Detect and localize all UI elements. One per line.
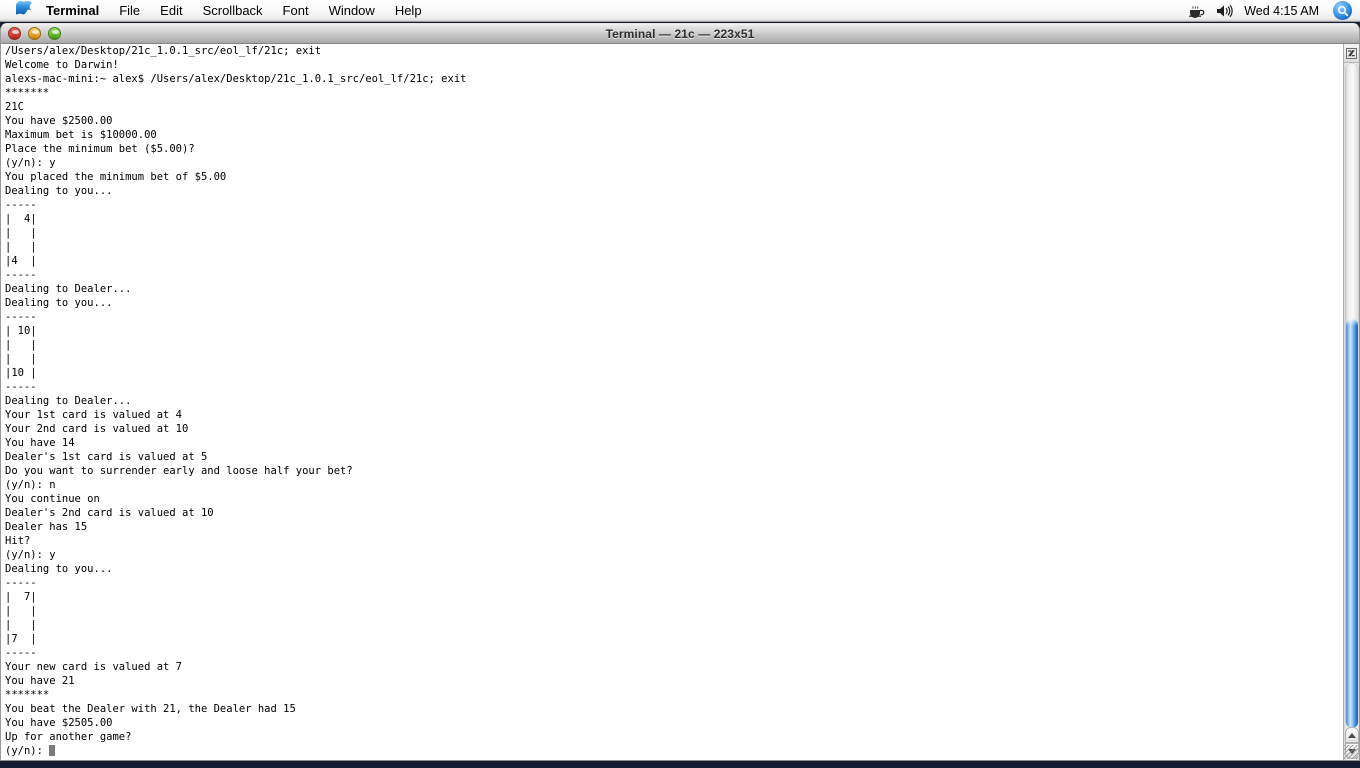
terminal-line: |10 | [5, 367, 37, 379]
terminal-line: ----- [5, 381, 37, 393]
menu-bar: Terminal File Edit Scrollback Font Windo… [0, 0, 1360, 22]
terminal-line: | | [5, 353, 37, 365]
minimize-button[interactable] [28, 27, 41, 40]
terminal-line: You have $2505.00 [5, 717, 113, 729]
terminal-body[interactable]: /Users/alex/Desktop/21c_1.0.1_src/eol_lf… [0, 44, 1360, 761]
menu-item-file[interactable]: File [109, 0, 150, 22]
terminal-line: | | [5, 619, 37, 631]
terminal-line: (y/n): y [5, 549, 56, 561]
zoom-button[interactable] [48, 27, 61, 40]
terminal-line: Your 2nd card is valued at 10 [5, 423, 189, 435]
menu-bar-left: Terminal File Edit Scrollback Font Windo… [0, 0, 432, 22]
terminal-line: | | [5, 241, 37, 253]
coffee-cup-icon[interactable] [1188, 0, 1206, 22]
terminal-line: Your new card is valued at 7 [5, 661, 183, 673]
terminal-line: Dealing to Dealer... [5, 283, 132, 295]
window-title: Terminal — 21c — 223x51 [605, 26, 755, 41]
terminal-window: Terminal — 21c — 223x51 /Users/alex/Desk… [0, 23, 1360, 762]
window-controls [8, 27, 61, 40]
menu-item-font[interactable]: Font [273, 0, 319, 22]
terminal-line: Welcome to Darwin! [5, 59, 119, 71]
terminal-line: Place the minimum bet ($5.00)? [5, 143, 195, 155]
terminal-line: Maximum bet is $10000.00 [5, 129, 157, 141]
terminal-line: You beat the Dealer with 21, the Dealer … [5, 703, 296, 715]
terminal-line: Hit? [5, 535, 31, 547]
terminal-line: You have 21 [5, 675, 75, 687]
terminal-line: | | [5, 339, 37, 351]
terminal-line: Dealer's 2nd card is valued at 10 [5, 507, 214, 519]
menu-item-terminal[interactable]: Terminal [42, 0, 109, 22]
terminal-line: ----- [5, 577, 37, 589]
terminal-line: Do you want to surrender early and loose… [5, 465, 353, 477]
terminal-line: ----- [5, 311, 37, 323]
terminal-line: Up for another game? [5, 731, 132, 743]
terminal-prompt-line: (y/n): [5, 744, 1331, 758]
terminal-line: You continue on [5, 493, 100, 505]
scrollbar-track[interactable] [1345, 63, 1359, 728]
terminal-line: (y/n): n [5, 479, 56, 491]
terminal-line: | 10| [5, 325, 37, 337]
menu-item-window[interactable]: Window [319, 0, 385, 22]
terminal-line: | | [5, 227, 37, 239]
terminal-line: |4 | [5, 255, 37, 267]
speaker-volume-icon[interactable] [1216, 0, 1234, 22]
terminal-line: ******* [5, 87, 50, 99]
desktop-background [0, 762, 1360, 768]
terminal-line: Dealer's 1st card is valued at 5 [5, 451, 208, 463]
menu-item-scrollback[interactable]: Scrollback [193, 0, 273, 22]
terminal-line: Dealing to Dealer... [5, 395, 132, 407]
spotlight-search-icon[interactable] [1333, 1, 1352, 20]
terminal-line: | | [5, 605, 37, 617]
terminal-line: Dealing to you... [5, 563, 113, 575]
terminal-line: You placed the minimum bet of $5.00 [5, 171, 227, 183]
terminal-scrollbar[interactable] [1343, 44, 1359, 760]
terminal-line: |7 | [5, 633, 37, 645]
terminal-output: /Users/alex/Desktop/21c_1.0.1_src/eol_lf… [5, 44, 1331, 758]
scroll-up-arrow[interactable] [1345, 727, 1359, 743]
menu-item-help[interactable]: Help [385, 0, 432, 22]
terminal-cursor [49, 745, 56, 756]
resize-grip[interactable] [1344, 745, 1358, 759]
scroll-lock-icon[interactable] [1344, 44, 1359, 63]
terminal-line: You have $2500.00 [5, 115, 113, 127]
terminal-line: alexs-mac-mini:~ alex$ /Users/alex/Deskt… [5, 73, 467, 85]
terminal-line: | 7| [5, 591, 37, 603]
close-button[interactable] [8, 27, 21, 40]
terminal-line: ----- [5, 269, 37, 281]
terminal-line: | 4| [5, 213, 37, 225]
menu-bar-status-area: Wed 4:15 AM [1188, 0, 1360, 22]
apple-logo-icon[interactable] [13, 0, 33, 18]
triangle-up-icon [1348, 732, 1356, 738]
scrollbar-thumb[interactable] [1346, 318, 1358, 728]
terminal-prompt-text: (y/n): [5, 745, 50, 757]
terminal-line: Your 1st card is valued at 4 [5, 409, 183, 421]
terminal-line: You have 14 [5, 437, 75, 449]
terminal-line: /Users/alex/Desktop/21c_1.0.1_src/eol_lf… [5, 45, 322, 57]
menu-bar-clock[interactable]: Wed 4:15 AM [1244, 0, 1319, 22]
terminal-line: 21C [5, 101, 24, 113]
window-title-bar[interactable]: Terminal — 21c — 223x51 [0, 23, 1360, 44]
desktop-screen: Terminal File Edit Scrollback Font Windo… [0, 0, 1360, 768]
terminal-line: ******* [5, 689, 50, 701]
terminal-line: Dealer has 15 [5, 521, 88, 533]
terminal-line: ----- [5, 199, 37, 211]
menu-item-edit[interactable]: Edit [150, 0, 192, 22]
terminal-line: (y/n): y [5, 157, 56, 169]
terminal-line: Dealing to you... [5, 185, 113, 197]
terminal-line: ----- [5, 647, 37, 659]
terminal-line: Dealing to you... [5, 297, 113, 309]
